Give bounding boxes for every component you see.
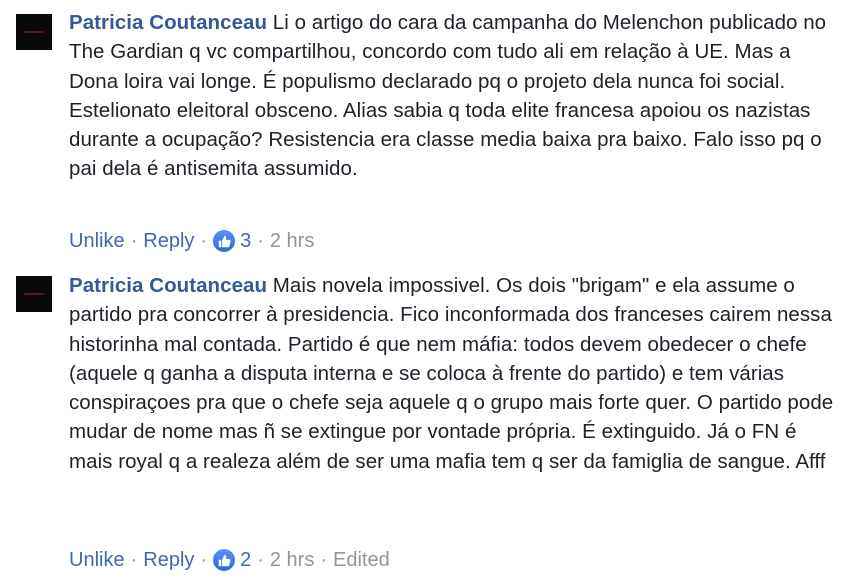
comment-actions: Unlike · Reply · 3 · 2 hrs [69, 226, 314, 256]
comment-actions: Unlike · Reply · 2 · 2 hrs · Edited [69, 545, 390, 575]
separator: · [200, 549, 208, 571]
separator: · [320, 549, 327, 571]
like-count[interactable]: 2 [240, 545, 251, 575]
thumbs-up-icon[interactable] [213, 230, 236, 252]
separator: · [257, 549, 264, 571]
comment-text: Li o artigo do cara da campanha do Melen… [69, 11, 827, 181]
reply-link[interactable]: Reply [143, 226, 194, 256]
separator: · [200, 230, 208, 252]
separator: · [130, 549, 138, 571]
comment-author-link[interactable]: Patricia Coutanceau [69, 11, 267, 34]
like-count[interactable]: 3 [240, 226, 251, 256]
avatar[interactable] [16, 276, 52, 312]
comment-body: Patricia Coutanceau Mais novela impossiv… [69, 271, 839, 476]
avatar-image [24, 31, 44, 33]
timestamp[interactable]: 2 hrs [270, 226, 314, 256]
avatar[interactable] [16, 14, 52, 50]
separator: · [257, 230, 264, 252]
comment-author-link[interactable]: Patricia Coutanceau [69, 274, 267, 297]
timestamp[interactable]: 2 hrs [270, 545, 314, 575]
thumbs-up-icon[interactable] [213, 549, 236, 571]
avatar-image [24, 293, 44, 295]
comment-text: Mais novela impossivel. Os dois "brigam"… [69, 274, 834, 473]
edited-label[interactable]: Edited [333, 545, 390, 575]
separator: · [130, 230, 138, 252]
unlike-link[interactable]: Unlike [69, 545, 125, 575]
comment-body: Patricia Coutanceau Li o artigo do cara … [69, 8, 839, 184]
unlike-link[interactable]: Unlike [69, 226, 125, 256]
reply-link[interactable]: Reply [143, 545, 194, 575]
